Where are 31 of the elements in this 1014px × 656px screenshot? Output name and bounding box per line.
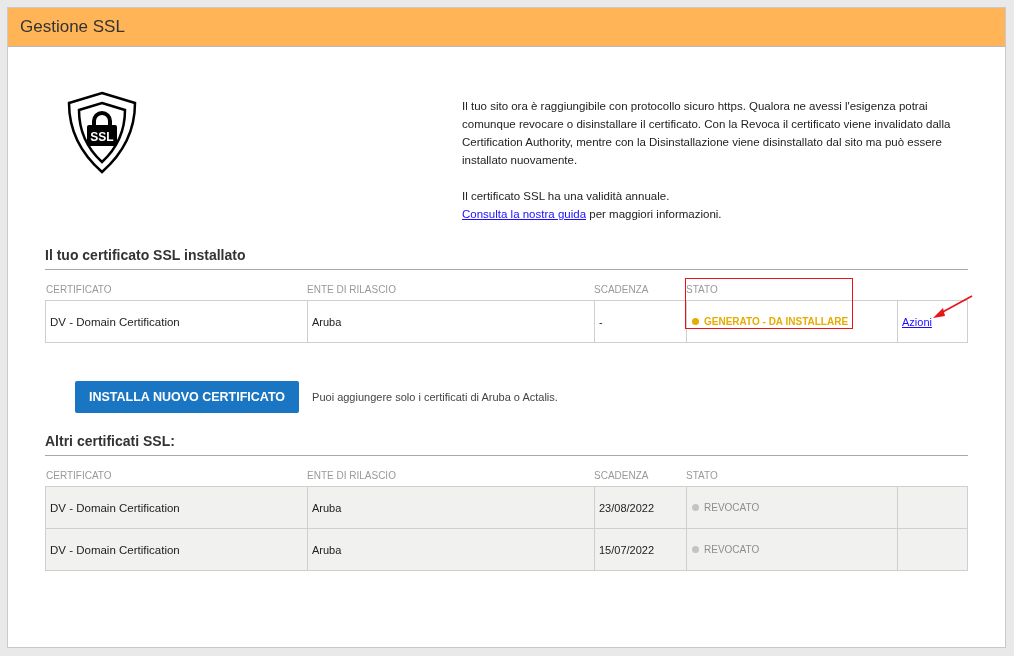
status-label: REVOCATO bbox=[704, 502, 760, 513]
column-header: SCADENZA bbox=[593, 469, 650, 481]
table-cell-text: DV - Domain Certification bbox=[49, 500, 181, 516]
column-header: CERTIFICATO bbox=[45, 283, 113, 295]
column-header: ENTE DI RILASCIO bbox=[306, 469, 397, 481]
table-cell-text: DV - Domain Certification bbox=[49, 314, 181, 330]
table-cell: - bbox=[594, 301, 686, 342]
install-note: Puoi aggiungere solo i certificati di Aruba o Actalis. bbox=[312, 391, 558, 403]
column-header: ENTE DI RILASCIO bbox=[306, 283, 397, 295]
table-cell: Aruba bbox=[307, 301, 594, 342]
column-header: STATO bbox=[685, 283, 719, 295]
column-header: SCADENZA bbox=[593, 283, 650, 295]
install-button[interactable]: INSTALLA NUOVO CERTIFICATO bbox=[75, 381, 300, 413]
column-header: STATO bbox=[685, 469, 719, 481]
intro-paragraph: Il tuo sito ora è raggiungibile con protocollo sicuro https. Qualora ne avessi l'esigenza potrai comunque revocare o disinstallare il certificato. Con la Revoca il certificato viene invalidato dalla Certification Authority, mentre con la Disinstallazione viene disinstallato dal sito ma può essere installato nuovamente. bbox=[462, 99, 952, 168]
table-cell: 23/08/2022 bbox=[594, 487, 686, 528]
guide-link[interactable]: Consulta la nostra guida bbox=[462, 208, 587, 220]
status-label: GENERATO - DA INSTALLARE bbox=[704, 316, 849, 327]
guide-text: Consulta la nostra guida per maggiori informazioni. bbox=[462, 207, 723, 222]
page-title: Gestione SSL bbox=[20, 17, 125, 37]
table-cell: Aruba bbox=[307, 529, 594, 570]
table-cell: Aruba bbox=[307, 487, 594, 528]
ssl-shield-icon: SSL bbox=[67, 91, 137, 174]
table-cell: 15/07/2022 bbox=[594, 529, 686, 570]
status-label: REVOCATO bbox=[704, 544, 760, 555]
section-title: Il tuo certificato SSL installato bbox=[45, 247, 968, 270]
section-title: Altri certificati SSL: bbox=[45, 433, 968, 456]
actions-link[interactable]: Azioni bbox=[902, 315, 932, 328]
column-header: CERTIFICATO bbox=[45, 469, 113, 481]
validity-text: Il certificato SSL ha una validità annuale. bbox=[462, 189, 671, 204]
table-cell-text: DV - Domain Certification bbox=[49, 542, 181, 558]
